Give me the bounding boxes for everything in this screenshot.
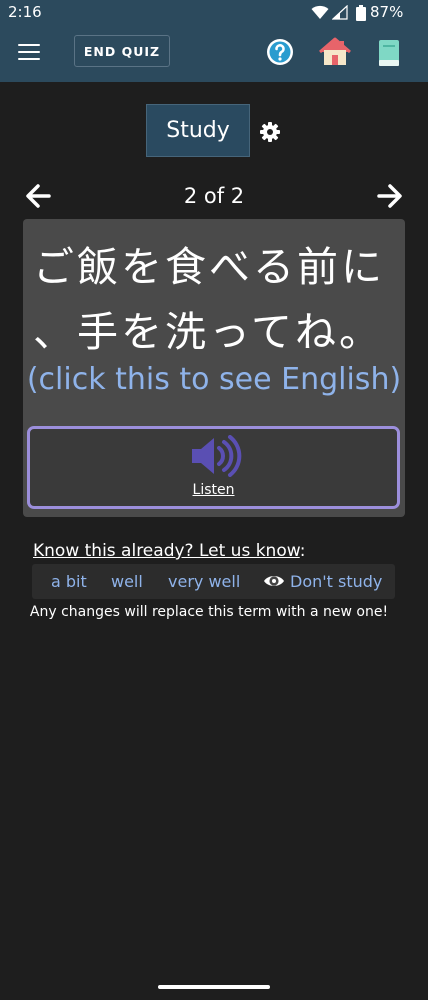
know-prompt: Know this already? Let us know: [33,541,305,561]
option-a-bit[interactable]: a bit [51,572,87,591]
japanese-line-1: ご飯を食べる前に [33,243,385,291]
status-bar: 2:16 87% [0,0,428,26]
eye-icon[interactable] [263,573,285,593]
home-indicator[interactable] [158,985,270,989]
option-dont-study[interactable]: Don't study [290,572,382,591]
replace-note: Any changes will replace this term with … [29,604,389,620]
help-icon[interactable] [266,38,294,70]
flashcard: ご飯を食べる前に 、手を洗ってね。 (click this to see Eng… [23,219,405,517]
signal-icon [331,4,348,24]
app-header: END QUIZ [0,26,428,82]
previous-arrow-icon[interactable] [24,182,52,214]
listen-label: Listen [192,482,235,498]
option-very-well[interactable]: very well [168,572,240,591]
japanese-line-2: 、手を洗ってね。 [33,308,383,356]
book-icon[interactable] [378,39,400,71]
listen-button[interactable]: Listen [27,426,400,509]
know-colon: : [299,541,306,561]
show-english-link[interactable]: (click this to see English) [23,362,405,397]
know-link[interactable]: Know this already? Let us know [33,541,300,561]
next-arrow-icon[interactable] [376,182,404,214]
study-tab[interactable]: Study [146,104,250,157]
speaker-icon [190,435,242,481]
end-quiz-button[interactable]: END QUIZ [74,35,170,67]
menu-icon[interactable] [18,44,40,64]
japanese-sentence: ご飯を食べる前に 、手を洗ってね。 [33,235,403,365]
gear-icon[interactable] [260,122,280,146]
status-time: 2:16 [8,3,42,21]
battery-icon [356,5,366,25]
question-counter: 2 of 2 [183,184,245,208]
wifi-icon [311,5,329,24]
option-well[interactable]: well [111,572,143,591]
home-icon[interactable] [318,37,352,71]
battery-percent: 87% [370,3,404,21]
knowledge-options: a bit well very well Don't study [32,564,395,599]
